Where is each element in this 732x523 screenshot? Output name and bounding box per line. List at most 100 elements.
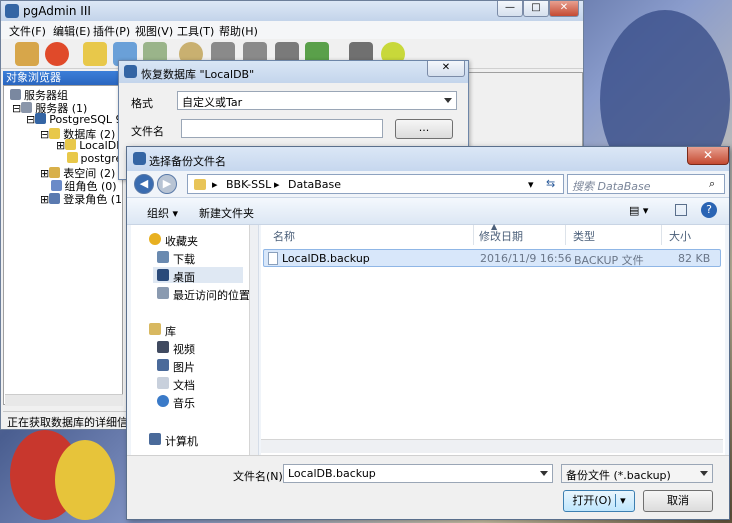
cancel-button[interactable]: 取消 — [643, 490, 713, 512]
search-icon: ⌕ — [709, 177, 716, 190]
open-file-dialog: 选择备份文件名 ✕ ◀ ▶ ▸ BBK-SSL ▸ DataBase ▾ ⇆ 搜… — [126, 146, 730, 520]
help-icon[interactable]: ? — [701, 202, 717, 218]
minimize-button[interactable]: — — [497, 1, 523, 17]
file-size: 82 KB — [678, 252, 711, 265]
nav-documents[interactable]: 文档 — [173, 377, 195, 393]
nav-favorites[interactable]: 收藏夹 — [165, 233, 198, 249]
forward-button[interactable]: ▶ — [157, 174, 177, 194]
filename-combo[interactable]: LocalDB.backup — [283, 464, 553, 483]
database-icon — [66, 152, 78, 163]
organize-button[interactable]: 组织 ▾ — [147, 205, 178, 221]
music-icon — [157, 395, 169, 407]
file-dialog-footer: 文件名(N): LocalDB.backup 备份文件 (*.backup) 打… — [127, 455, 729, 519]
postgres-server-icon — [35, 113, 47, 124]
column-size[interactable]: 大小 — [669, 228, 691, 244]
nav-libraries[interactable]: 库 — [165, 323, 176, 339]
menu-edit[interactable]: 编辑(E) — [53, 23, 91, 39]
breadcrumb-bbk-ssl[interactable]: BBK-SSL — [226, 178, 271, 191]
pgadmin-titlebar: pgAdmin III — □ ✕ — [1, 1, 583, 21]
window-title: pgAdmin III — [23, 4, 91, 18]
pictures-icon — [157, 359, 169, 371]
refresh-icon[interactable]: ⇆ — [546, 177, 555, 190]
properties-icon[interactable] — [83, 42, 107, 66]
chevron-down-icon[interactable]: ▾ — [528, 178, 534, 191]
object-tree: 服务器组 ⊟ 服务器 (1) ⊟ PostgreSQL 9. ⊟ 数据库 (2) ⊞ L… — [3, 85, 123, 405]
nav-downloads[interactable]: 下载 — [173, 251, 195, 267]
file-dialog-close-button[interactable]: ✕ — [687, 147, 729, 165]
breadcrumb-database[interactable]: DataBase — [288, 178, 341, 191]
elephant-icon — [5, 4, 19, 18]
file-list: 名称 ▲ 修改日期 类型 大小 LocalDB.backup 2016/11/9… — [261, 222, 725, 455]
file-icon — [268, 252, 278, 265]
tree-scrollbar[interactable] — [5, 394, 123, 406]
tree-db-localdb[interactable]: ⊞ LocalDB — [56, 139, 122, 152]
videos-icon — [157, 341, 169, 353]
filename-input[interactable] — [181, 119, 383, 138]
file-row[interactable]: LocalDB.backup 2016/11/9 16:56 BACKUP 文件… — [263, 249, 721, 267]
open-dropdown-icon[interactable]: ▾ — [615, 494, 626, 507]
downloads-icon — [157, 251, 169, 263]
nav-desktop[interactable]: 桌面 — [173, 269, 195, 285]
libraries-icon — [149, 323, 161, 335]
search-input[interactable]: 搜索 DataBase — [567, 174, 725, 194]
menu-bar: 文件(F) 编辑(E) 插件(P) 视图(V) 工具(T) 帮助(H) — [1, 21, 583, 39]
format-label: 格式 — [131, 97, 153, 110]
maximize-button[interactable]: □ — [523, 1, 549, 17]
column-type[interactable]: 类型 — [573, 228, 595, 244]
file-type-filter[interactable]: 备份文件 (*.backup) — [561, 464, 713, 483]
nav-music[interactable]: 音乐 — [173, 395, 195, 411]
server-icon — [21, 102, 33, 113]
browse-button[interactable]: ... — [395, 119, 453, 139]
open-button[interactable]: 打开(O) ▾ — [563, 490, 635, 512]
column-name[interactable]: 名称 — [273, 228, 295, 244]
recent-places-icon — [157, 287, 169, 299]
menu-plugins[interactable]: 插件(P) — [93, 23, 130, 39]
elephant-icon — [133, 152, 146, 165]
tree-db-postgres[interactable]: postgre — [56, 152, 122, 165]
restore-close-button[interactable]: ✕ — [427, 61, 465, 77]
column-modified[interactable]: 修改日期 — [479, 228, 523, 244]
menu-file[interactable]: 文件(F) — [9, 23, 46, 39]
preview-pane-icon[interactable] — [675, 204, 687, 216]
command-bar: 组织 ▾ 新建文件夹 ▤ ▾ ? — [127, 197, 729, 225]
elephant-icon — [124, 65, 137, 78]
file-list-scrollbar[interactable] — [261, 439, 723, 453]
menu-tools[interactable]: 工具(T) — [177, 23, 214, 39]
group-role-icon — [50, 180, 62, 191]
properties-panel — [468, 72, 583, 152]
nav-pane-scrollbar[interactable] — [249, 225, 258, 455]
nav-computer[interactable]: 计算机 — [165, 433, 198, 449]
menu-help[interactable]: 帮助(H) — [219, 23, 258, 39]
file-dialog-title: 选择备份文件名 — [149, 155, 226, 168]
database-icon — [65, 139, 77, 150]
format-select[interactable]: 自定义或Tar — [177, 91, 457, 110]
tablespace-icon — [49, 167, 61, 178]
file-date: 2016/11/9 16:56 — [480, 252, 572, 265]
filename-label: 文件名 — [131, 125, 164, 138]
server-group-icon — [10, 89, 21, 100]
tree-login-roles[interactable]: ⊞ 登录角色 (1 — [40, 191, 122, 207]
refresh-icon[interactable] — [45, 42, 69, 66]
filename-label: 文件名(N): — [233, 470, 287, 483]
object-browser-header: 对象浏览器 — [3, 71, 121, 85]
folder-icon — [194, 179, 206, 190]
databases-icon — [49, 128, 61, 139]
view-options-icon[interactable]: ▤ ▾ — [629, 204, 648, 217]
nav-videos[interactable]: 视频 — [173, 341, 195, 357]
close-window-button[interactable]: ✕ — [549, 1, 579, 17]
documents-icon — [157, 377, 169, 389]
restore-titlebar: 恢复数据库 "LocalDB" ✕ — [119, 61, 468, 83]
menu-view[interactable]: 视图(V) — [135, 23, 173, 39]
restore-title: 恢复数据库 "LocalDB" — [141, 68, 255, 81]
file-type: BACKUP 文件 — [574, 254, 644, 267]
login-role-icon — [49, 193, 61, 204]
file-dialog-titlebar: 选择备份文件名 ✕ — [127, 147, 729, 171]
navigation-pane: 收藏夹 下载 桌面 最近访问的位置 库 视频 图片 文档 音乐 计算机 — [131, 225, 259, 455]
new-folder-button[interactable]: 新建文件夹 — [199, 205, 254, 221]
nav-recent[interactable]: 最近访问的位置 — [173, 287, 250, 303]
address-bar[interactable]: ▸ BBK-SSL ▸ DataBase ▾ ⇆ — [187, 174, 564, 194]
nav-pictures[interactable]: 图片 — [173, 359, 195, 375]
tree-postgres-server[interactable]: ⊟ PostgreSQL 9. — [26, 113, 122, 126]
back-button[interactable]: ◀ — [134, 174, 154, 194]
connect-icon[interactable] — [15, 42, 39, 66]
